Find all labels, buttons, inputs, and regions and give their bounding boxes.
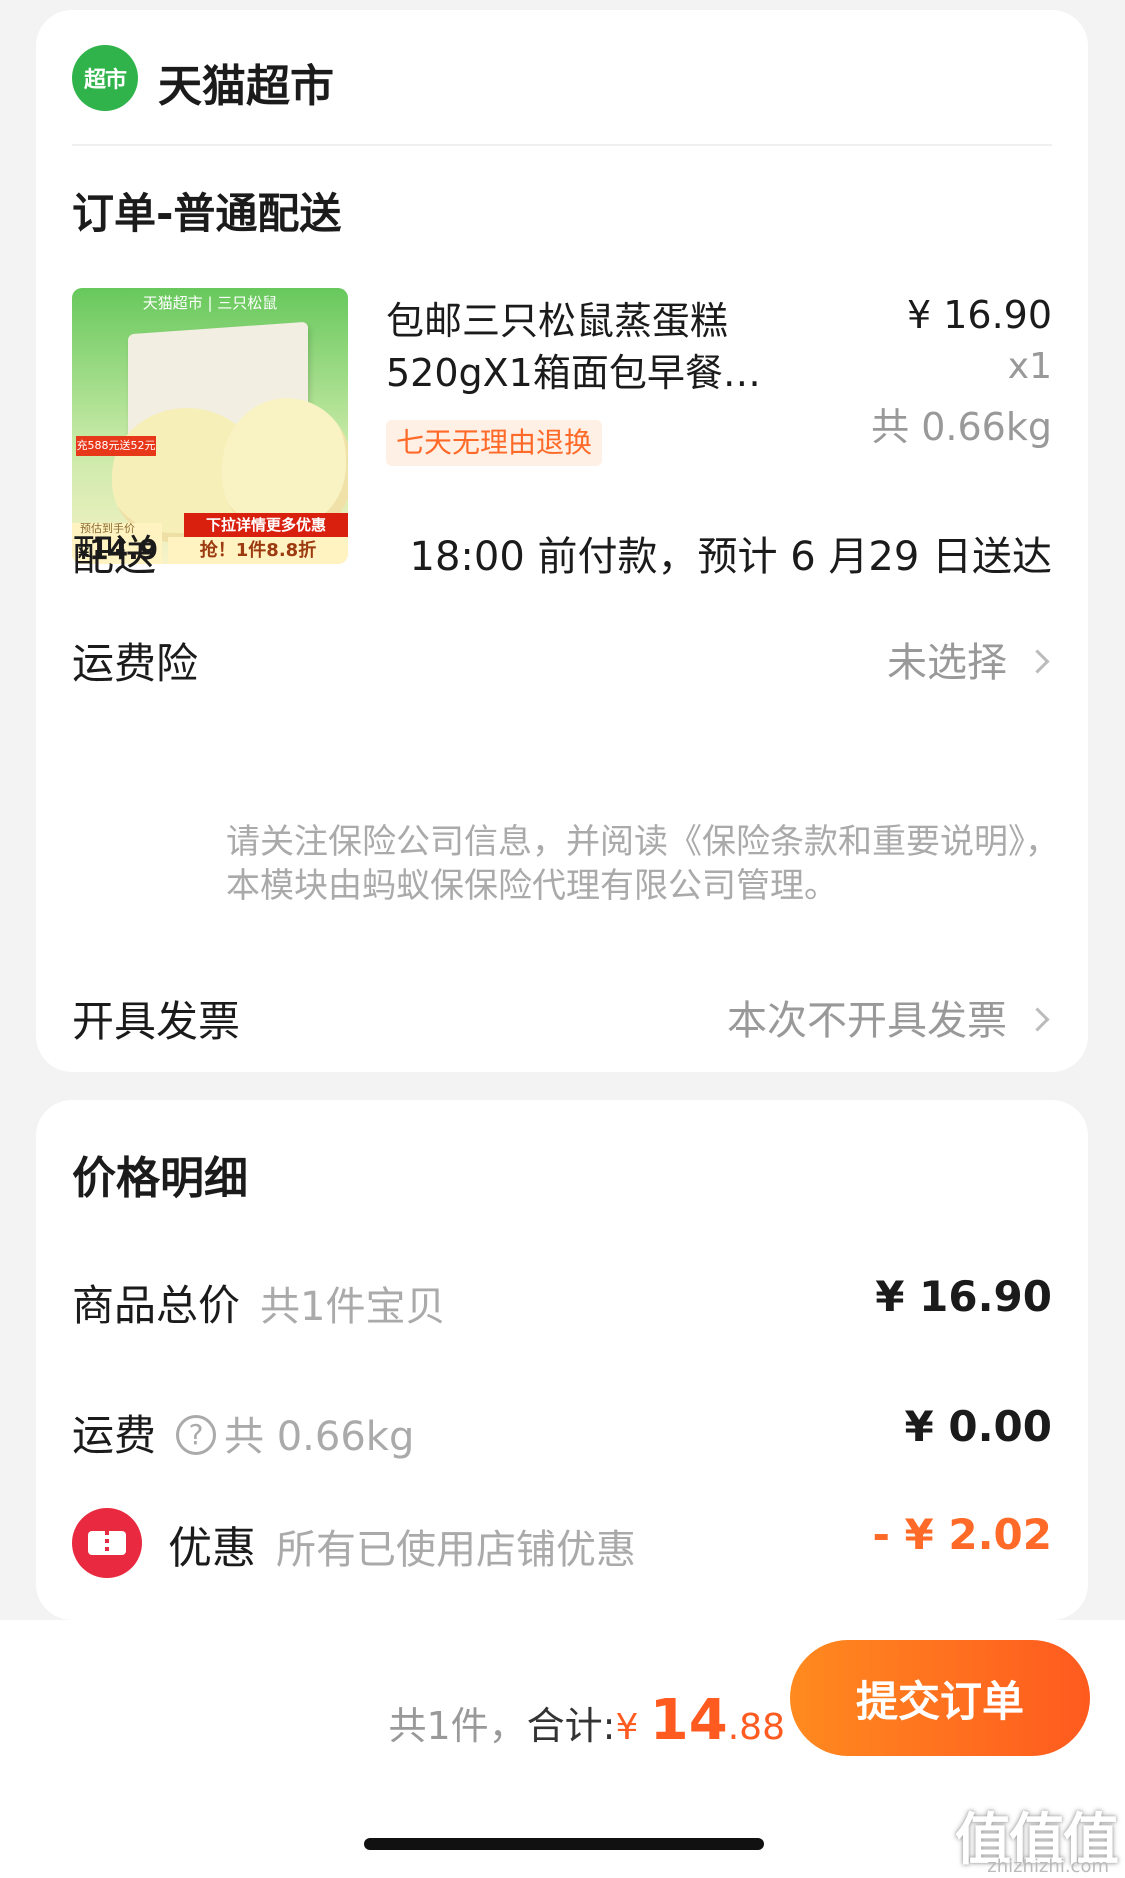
invoice-selector[interactable]: 本次不开具发票: [727, 988, 1052, 1046]
order-summary: 共1件，合计:¥ 14.88: [388, 1688, 785, 1753]
shipping-insurance-selector[interactable]: 未选择: [887, 630, 1052, 688]
discount-label[interactable]: 优惠 所有已使用店铺优惠: [168, 1512, 636, 1576]
help-icon[interactable]: ?: [176, 1414, 217, 1455]
discount-description: 所有已使用店铺优惠: [276, 1527, 636, 1573]
product-image-ribbon: 下拉详情更多优惠: [184, 513, 348, 537]
order-title: 订单-普通配送: [72, 189, 342, 238]
total-decimal: .88: [727, 1707, 785, 1748]
shipping-insurance-label: 运费险: [72, 639, 199, 688]
goods-total-value: ¥ 16.90: [875, 1272, 1052, 1321]
insurance-note: 请关注保险公司信息，并阅读《保险条款和重要说明》，本模块由蚂蚁保保险代理有限公司…: [226, 822, 1059, 906]
product-image-header: 天猫超市 | 三只松鼠: [142, 294, 278, 312]
home-indicator[interactable]: [364, 1838, 764, 1850]
goods-count: 共1件宝贝: [260, 1284, 446, 1330]
product-title-line: 520gX1箱面包早餐…: [386, 351, 761, 395]
invoice-value: 本次不开具发票: [727, 998, 1007, 1044]
product-image-promo: 充588元送52元: [76, 436, 156, 456]
price-detail-title: 价格明细: [72, 1153, 248, 1204]
item-count: 共1件，: [388, 1704, 527, 1748]
currency-symbol: ¥: [615, 1707, 650, 1748]
product-price: ¥ 16.90: [906, 293, 1052, 337]
invoice-label: 开具发票: [72, 997, 241, 1046]
shipping-fee-label: 运费? 共 0.66kg: [72, 1411, 415, 1460]
product-quantity: x1: [1007, 346, 1052, 387]
chevron-right-icon: [1025, 648, 1050, 674]
chevron-right-icon: [1025, 1006, 1050, 1032]
order-card: 超市 天猫超市 订单-普通配送 天猫超市 | 三只松鼠 充588元送52元 下拉…: [36, 10, 1088, 1072]
tmall-supermarket-logo: 超市: [72, 45, 138, 111]
delivery-label: 配送: [72, 531, 157, 580]
goods-total-label: 商品总价 共1件宝贝: [72, 1281, 446, 1330]
return-policy-badge: 七天无理由退换: [386, 420, 603, 466]
shipping-weight: 共 0.66kg: [224, 1414, 415, 1460]
price-detail-card: 价格明细 商品总价 共1件宝贝 ¥ 16.90 运费? 共 0.66kg ¥ 0.0…: [36, 1100, 1088, 1620]
store-name[interactable]: 天猫超市: [158, 50, 334, 114]
product-image-deal: 抢！1件8.8折: [168, 537, 348, 564]
watermark-url: zhizhizhi.com: [987, 1856, 1109, 1877]
discount-value: - ¥ 2.02: [872, 1510, 1052, 1559]
divider: [72, 144, 1052, 146]
coupon-icon: [72, 1508, 142, 1578]
product-title[interactable]: 包邮三只松鼠蒸蛋糕 520gX1箱面包早餐…: [386, 295, 816, 399]
total-integer: 14: [649, 1688, 728, 1753]
submit-order-button[interactable]: 提交订单: [790, 1640, 1090, 1756]
shipping-fee-value: ¥ 0.00: [904, 1402, 1052, 1451]
shipping-insurance-value: 未选择: [887, 640, 1007, 686]
product-title-line: 包邮三只松鼠蒸蛋糕: [386, 299, 729, 343]
total-label: 合计:: [526, 1704, 616, 1748]
delivery-value: 18:00 前付款，预计 6 月29 日送达: [409, 534, 1052, 580]
product-weight: 共 0.66kg: [871, 405, 1052, 449]
